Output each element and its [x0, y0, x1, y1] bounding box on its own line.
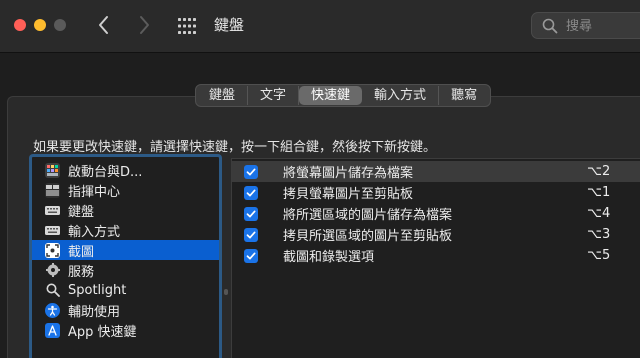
shortcut-key[interactable]: ⌥2: [587, 164, 610, 179]
category-label: 輸入方式: [68, 224, 121, 240]
shortcut-key[interactable]: ⌥4: [587, 206, 610, 221]
tab-bar: 鍵盤 文字 快速鍵 輸入方式 聽寫: [195, 84, 492, 107]
split-view-handle[interactable]: [224, 289, 228, 295]
tab-input-sources[interactable]: 輸入方式: [362, 86, 440, 105]
search-input[interactable]: [564, 16, 638, 37]
spotlight-icon: [45, 283, 60, 298]
checkmark-icon: [246, 168, 256, 175]
checkmark-icon: [246, 252, 256, 259]
zoom-window-button[interactable]: [54, 19, 66, 31]
category-label: Spotlight: [68, 282, 127, 298]
minimize-window-button[interactable]: [34, 19, 46, 31]
category-label: 輔助使用: [68, 304, 121, 320]
category-label: App 快速鍵: [68, 324, 137, 340]
checkmark-icon: [246, 189, 256, 196]
tab-shortcuts[interactable]: 快速鍵: [299, 86, 363, 105]
shortcut-row[interactable]: 截圖和錄製選項 ⌥5: [232, 245, 640, 266]
category-keyboard[interactable]: 鍵盤: [32, 200, 219, 220]
category-screenshots[interactable]: 截圖: [32, 240, 219, 260]
shortcut-row[interactable]: 將螢幕圖片儲存為檔案 ⌥2: [232, 161, 640, 182]
tab-text[interactable]: 文字: [248, 86, 300, 105]
mission-control-icon: [45, 182, 60, 198]
category-app-shortcuts[interactable]: App 快速鍵: [32, 320, 219, 340]
shortcut-key[interactable]: ⌥3: [587, 227, 610, 242]
category-label: 服務: [68, 264, 95, 280]
category-input-sources[interactable]: 輸入方式: [32, 220, 219, 240]
shortcut-checkbox[interactable]: [244, 227, 258, 242]
shortcut-key[interactable]: ⌥5: [587, 248, 610, 263]
category-launchpad-dock[interactable]: 啟動台與D...: [32, 160, 219, 180]
shortcut-list[interactable]: 將螢幕圖片儲存為檔案 ⌥2 拷貝螢幕圖片至剪貼板 ⌥1 將所選區域的圖片儲存為檔…: [231, 158, 640, 358]
services-gear-icon: [45, 263, 60, 278]
shortcut-label: 將所選區域的圖片儲存為檔案: [283, 208, 453, 223]
shortcut-row[interactable]: 將所選區域的圖片儲存為檔案 ⌥4: [232, 203, 640, 224]
shortcut-label: 拷貝螢幕圖片至剪貼板: [283, 187, 414, 202]
title-bar: 鍵盤: [0, 0, 640, 53]
category-spotlight[interactable]: Spotlight: [32, 280, 219, 300]
shortcut-label: 將螢幕圖片儲存為檔案: [283, 166, 414, 181]
window-title: 鍵盤: [214, 16, 245, 34]
keyboard-icon: [45, 203, 60, 218]
shortcut-row[interactable]: 拷貝螢幕圖片至剪貼板 ⌥1: [232, 182, 640, 203]
input-sources-icon: [45, 223, 60, 238]
category-label: 指揮中心: [68, 184, 121, 200]
search-icon: [542, 18, 558, 34]
category-label: 鍵盤: [68, 204, 95, 220]
back-button[interactable]: [92, 12, 116, 38]
app-shortcuts-icon: [45, 322, 60, 338]
category-list[interactable]: 啟動台與D... 指揮中心 鍵盤 輸入方式 截圖 服務 Spotlight 輔助…: [29, 154, 222, 358]
category-label: 啟動台與D...: [68, 164, 143, 180]
forward-button[interactable]: [132, 12, 156, 38]
category-accessibility[interactable]: 輔助使用: [32, 300, 219, 320]
launchpad-icon: [45, 162, 60, 178]
shortcut-key[interactable]: ⌥1: [587, 185, 610, 200]
shortcut-checkbox[interactable]: [244, 206, 258, 221]
tab-keyboard[interactable]: 鍵盤: [197, 86, 249, 105]
close-window-button[interactable]: [14, 19, 26, 31]
shortcut-label: 拷貝所選區域的圖片至剪貼板: [283, 229, 453, 244]
shortcut-checkbox[interactable]: [244, 248, 258, 263]
show-all-preferences-button[interactable]: [178, 17, 196, 35]
tab-dictation[interactable]: 聽寫: [439, 86, 489, 105]
chevron-left-icon: [99, 16, 108, 34]
instruction-text: 如果要更改快速鍵，請選擇快速鍵，按一下組合鍵，然後按下新按鍵。: [33, 140, 437, 155]
accessibility-icon: [45, 302, 60, 318]
shortcut-row[interactable]: 拷貝所選區域的圖片至剪貼板 ⌥3: [232, 224, 640, 245]
category-label: 截圖: [68, 244, 95, 260]
search-field[interactable]: [531, 12, 640, 39]
grid-icon: [178, 18, 196, 34]
chevron-right-icon: [140, 16, 149, 34]
checkmark-icon: [246, 210, 256, 217]
category-mission-control[interactable]: 指揮中心: [32, 180, 219, 200]
shortcut-label: 截圖和錄製選項: [283, 250, 375, 265]
category-services[interactable]: 服務: [32, 260, 219, 280]
checkmark-icon: [246, 231, 256, 238]
shortcut-checkbox[interactable]: [244, 164, 258, 179]
shortcut-checkbox[interactable]: [244, 185, 258, 200]
screenshot-icon: [45, 242, 60, 258]
